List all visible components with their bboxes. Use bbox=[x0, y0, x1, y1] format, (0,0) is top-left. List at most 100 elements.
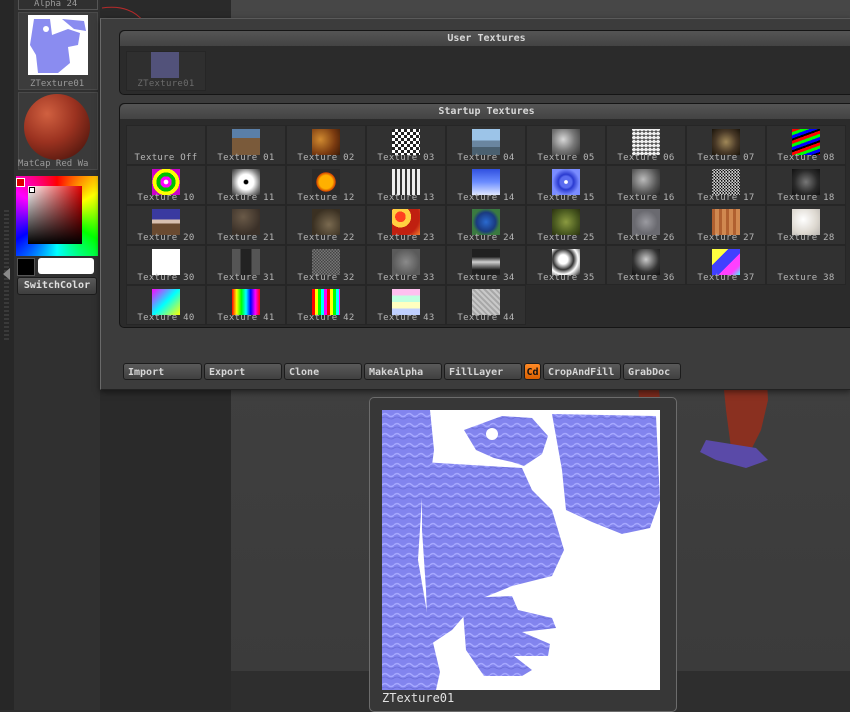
texture-tile-texture-02[interactable]: Texture 02 bbox=[286, 125, 366, 165]
user-texture-ztexture01[interactable]: ZTexture01 bbox=[126, 51, 206, 91]
texture-tile-label: Texture 07 bbox=[697, 153, 755, 163]
texture-tile-texture-23[interactable]: Texture 23 bbox=[366, 205, 446, 245]
texture-tile-texture-28[interactable]: Texture 28 bbox=[766, 205, 846, 245]
left-collapse-strip[interactable] bbox=[0, 0, 14, 710]
texture-tile-texture-07[interactable]: Texture 07 bbox=[686, 125, 766, 165]
texture-tile-texture-16[interactable]: Texture 16 bbox=[606, 165, 686, 205]
crop-and-fill-button[interactable]: CropAndFill bbox=[543, 363, 621, 380]
material-label: MatCap Red Wa bbox=[18, 159, 89, 169]
saturation-value-square[interactable] bbox=[28, 186, 82, 244]
texture-tile-texture-20[interactable]: Texture 20 bbox=[126, 205, 206, 245]
startup-textures-section: Startup Textures Texture Off Texture 01 Te… bbox=[119, 103, 850, 328]
texture-tile-texture-40[interactable]: Texture 40 bbox=[126, 285, 206, 325]
texture-thumb-icon bbox=[392, 129, 420, 155]
texture-tile-texture-38[interactable]: Texture 38 bbox=[766, 245, 846, 285]
texture-tile-texture-17[interactable]: Texture 17 bbox=[686, 165, 766, 205]
color-picker[interactable] bbox=[16, 176, 98, 256]
texture-thumb-icon bbox=[552, 169, 580, 195]
texture-thumb-icon bbox=[312, 209, 340, 235]
texture-tile-texture-25[interactable]: Texture 25 bbox=[526, 205, 606, 245]
texture-tile-label: Texture 43 bbox=[377, 313, 435, 323]
clone-button[interactable]: Clone bbox=[284, 363, 362, 380]
left-tray: Alpha 24 ZTexture01 MatCap Red Wa Switch… bbox=[14, 0, 100, 710]
texture-tile-texture-44[interactable]: Texture 44 bbox=[446, 285, 526, 325]
make-alpha-button[interactable]: MakeAlpha bbox=[364, 363, 442, 380]
texture-tile-texture-05[interactable]: Texture 05 bbox=[526, 125, 606, 165]
texture-tile-texture-03[interactable]: Texture 03 bbox=[366, 125, 446, 165]
texture-tile-texture-01[interactable]: Texture 01 bbox=[206, 125, 286, 165]
texture-tile-texture-32[interactable]: Texture 32 bbox=[286, 245, 366, 285]
texture-tile-texture-21[interactable]: Texture 21 bbox=[206, 205, 286, 245]
user-textures-title: User Textures bbox=[120, 31, 850, 46]
texture-preview-image bbox=[382, 410, 660, 690]
normal-map-thumb-icon bbox=[28, 15, 88, 75]
texture-preview-panel: ZTexture01 bbox=[369, 397, 677, 712]
texture-tile-label: Texture 41 bbox=[217, 313, 275, 323]
texture-tile-texture-34[interactable]: Texture 34 bbox=[446, 245, 526, 285]
texture-thumb-icon bbox=[232, 249, 260, 275]
texture-tile-texture-04[interactable]: Texture 04 bbox=[446, 125, 526, 165]
texture-tile-texture-30[interactable]: Texture 30 bbox=[126, 245, 206, 285]
matcap-sphere-icon bbox=[24, 94, 90, 160]
texture-thumb-icon bbox=[552, 129, 580, 155]
texture-tile-texture-31[interactable]: Texture 31 bbox=[206, 245, 286, 285]
texture-tile-texture-35[interactable]: Texture 35 bbox=[526, 245, 606, 285]
texture-thumb-icon bbox=[552, 209, 580, 235]
texture-tile-label: Texture 33 bbox=[377, 273, 435, 283]
texture-tile-texture-42[interactable]: Texture 42 bbox=[286, 285, 366, 325]
texture-tile-texture-15[interactable]: Texture 15 bbox=[526, 165, 606, 205]
fill-layer-button[interactable]: FillLayer bbox=[444, 363, 522, 380]
collapse-arrow-icon[interactable] bbox=[3, 268, 10, 280]
switch-color-button[interactable]: SwitchColor bbox=[17, 277, 97, 295]
texture-tile-texture-41[interactable]: Texture 41 bbox=[206, 285, 286, 325]
texture-thumb-icon bbox=[792, 169, 820, 195]
secondary-color-swatch[interactable] bbox=[17, 258, 35, 276]
texture-tile-texture-13[interactable]: Texture 13 bbox=[366, 165, 446, 205]
texture-tile-texture-22[interactable]: Texture 22 bbox=[286, 205, 366, 245]
texture-tile-texture-off[interactable]: Texture Off bbox=[126, 125, 206, 165]
texture-tile-texture-37[interactable]: Texture 37 bbox=[686, 245, 766, 285]
texture-tile-texture-18[interactable]: Texture 18 bbox=[766, 165, 846, 205]
uv-normal-map-icon bbox=[382, 410, 660, 690]
texture-tile-texture-33[interactable]: Texture 33 bbox=[366, 245, 446, 285]
texture-tile-label: Texture 11 bbox=[217, 193, 275, 203]
alpha-thumbnail[interactable] bbox=[18, 0, 98, 10]
texture-tile-label: Texture 28 bbox=[777, 233, 835, 243]
texture-tile-texture-12[interactable]: Texture 12 bbox=[286, 165, 366, 205]
texture-tile-label: Texture Off bbox=[134, 153, 198, 163]
texture-tile-label: Texture 20 bbox=[137, 233, 195, 243]
texture-tile-label: Texture 12 bbox=[297, 193, 355, 203]
texture-tile-texture-43[interactable]: Texture 43 bbox=[366, 285, 446, 325]
main-color-swatch[interactable] bbox=[38, 258, 94, 274]
texture-tile-label: Texture 22 bbox=[297, 233, 355, 243]
export-button[interactable]: Export bbox=[204, 363, 282, 380]
texture-tile-label: Texture 06 bbox=[617, 153, 675, 163]
texture-tile-texture-24[interactable]: Texture 24 bbox=[446, 205, 526, 245]
texture-tile-label: Texture 40 bbox=[137, 313, 195, 323]
texture-tile-texture-27[interactable]: Texture 27 bbox=[686, 205, 766, 245]
texture-tile-texture-26[interactable]: Texture 26 bbox=[606, 205, 686, 245]
texture-thumb-icon bbox=[632, 209, 660, 235]
texture-thumb-icon bbox=[472, 249, 500, 275]
import-button[interactable]: Import bbox=[123, 363, 202, 380]
texture-tile-label: Texture 01 bbox=[217, 153, 275, 163]
texture-thumb-icon bbox=[312, 169, 340, 195]
texture-thumb-icon bbox=[472, 209, 500, 235]
texture-tile-texture-06[interactable]: Texture 06 bbox=[606, 125, 686, 165]
texture-tile-texture-11[interactable]: Texture 11 bbox=[206, 165, 286, 205]
texture-tile-label: Texture 30 bbox=[137, 273, 195, 283]
grab-doc-button[interactable]: GrabDoc bbox=[623, 363, 681, 380]
texture-thumb-icon bbox=[472, 129, 500, 155]
texture-tile-texture-14[interactable]: Texture 14 bbox=[446, 165, 526, 205]
texture-tile-label: Texture 02 bbox=[297, 153, 355, 163]
texture-tile-label: Texture 38 bbox=[777, 273, 835, 283]
texture-tile-texture-36[interactable]: Texture 36 bbox=[606, 245, 686, 285]
texture-thumb-icon bbox=[312, 249, 340, 275]
texture-thumb-icon bbox=[312, 129, 340, 155]
texture-tile-texture-08[interactable]: Texture 08 bbox=[766, 125, 846, 165]
texture-tile-texture-10[interactable]: Texture 10 bbox=[126, 165, 206, 205]
cd-toggle-button[interactable]: Cd bbox=[524, 363, 541, 380]
texture-thumb-icon bbox=[152, 249, 180, 275]
color-cursor-icon[interactable] bbox=[29, 187, 35, 193]
hue-marker-icon[interactable] bbox=[16, 178, 25, 187]
